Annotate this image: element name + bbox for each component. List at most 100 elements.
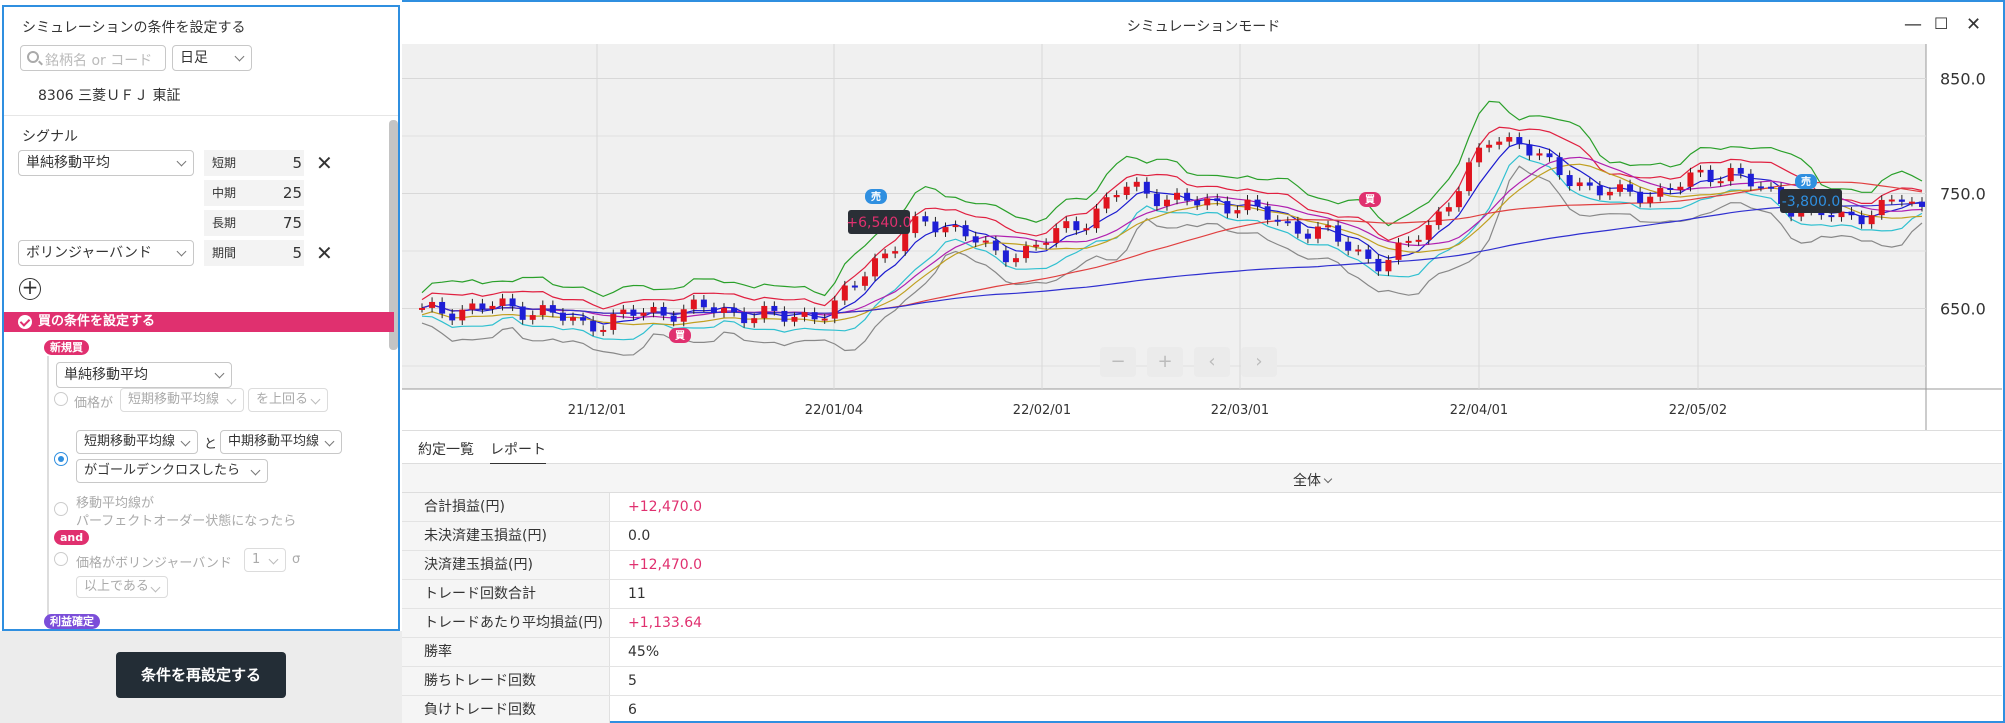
candle-body: [992, 240, 999, 251]
row-value: 45%: [628, 644, 660, 660]
candle-body: [1687, 172, 1694, 187]
buy-condition-label: 買の条件を設定する: [38, 314, 156, 329]
candle-body: [519, 306, 526, 320]
candle-body: [1123, 186, 1130, 195]
option1-line-select[interactable]: 短期移動平均線: [120, 388, 244, 412]
candle-body: [751, 318, 758, 324]
remove-indicator1-icon[interactable]: ✕: [316, 153, 333, 173]
and-badge: and: [54, 530, 90, 545]
option2-event-select[interactable]: がゴールデンクロスしたら: [76, 459, 268, 483]
condition-tree-line: [47, 356, 49, 626]
candle-body: [892, 251, 899, 254]
candle-body: [1747, 173, 1754, 187]
param-value-long[interactable]: 75: [262, 214, 302, 232]
indicator1-select[interactable]: 単純移動平均: [18, 150, 194, 176]
table-row: 未決済建玉損益(円) 0.0: [402, 522, 2002, 551]
candle-body: [700, 299, 707, 308]
conditions-scroll-area[interactable]: シグナル 単純移動平均 短期 5 ✕ 中期 25 長期 75 ボリンジャーバンド…: [4, 115, 398, 629]
candle-body: [1153, 193, 1160, 207]
candle-body: [1516, 137, 1523, 145]
signal-heading: シグナル: [22, 129, 78, 145]
tab-report[interactable]: レポート: [490, 439, 546, 465]
candle-body: [1506, 137, 1513, 142]
candle-body: [1335, 225, 1342, 242]
candle-body: [841, 285, 848, 301]
option1-compare-select[interactable]: を上回る: [248, 388, 328, 412]
candle-body: [1919, 201, 1925, 207]
candle-body: [1496, 141, 1503, 145]
chevron-down-icon: [1323, 474, 1333, 484]
candle-body: [1063, 221, 1070, 229]
option4-sigma-select[interactable]: 1: [244, 548, 286, 572]
param-value-period[interactable]: 5: [262, 244, 302, 262]
candle-body: [1355, 249, 1362, 252]
candle-body: [1365, 249, 1372, 259]
indicator2-select[interactable]: ボリンジャーバンド: [18, 240, 194, 266]
candle-body: [1415, 239, 1422, 242]
price-chart[interactable]: 買売 買売+6,540.0-3,800.0 850.0750.0650.021/1…: [402, 44, 2002, 430]
row-value: +1,133.64: [628, 615, 703, 631]
option4-radio[interactable]: [54, 552, 68, 566]
row-key: 未決済建玉損益(円): [402, 522, 610, 550]
param-value-mid[interactable]: 25: [262, 184, 302, 202]
option4-compare-select[interactable]: 以上である: [76, 576, 168, 598]
reset-conditions-button[interactable]: 条件を再設定する: [116, 652, 286, 698]
candle-body: [1647, 196, 1654, 203]
table-row: 合計損益(円) +12,470.0: [402, 493, 2002, 522]
candle-body: [952, 225, 959, 228]
candle-body: [972, 236, 979, 243]
candle-body: [630, 309, 637, 316]
candle-body: [962, 225, 969, 237]
tab-executions[interactable]: 約定一覧: [418, 439, 474, 459]
buy-condition-header[interactable]: 買の条件を設定する: [4, 312, 394, 332]
row-key: 勝率: [402, 638, 610, 666]
candle-body: [559, 312, 566, 321]
chevron-down-icon: [234, 51, 245, 62]
option2-conjunction: と: [204, 437, 218, 452]
row-value: 11: [628, 586, 646, 602]
candle-body: [731, 307, 738, 312]
candle-body: [1556, 157, 1563, 176]
indicator1-name: 単純移動平均: [26, 155, 110, 171]
remove-indicator2-icon[interactable]: ✕: [316, 243, 333, 263]
report-scope-select[interactable]: 全体: [1293, 470, 1333, 490]
condition-indicator-select[interactable]: 単純移動平均: [56, 362, 232, 388]
interval-select[interactable]: 日足: [172, 45, 252, 71]
candle-body: [1012, 258, 1019, 263]
candle-body: [670, 315, 677, 322]
candle-body: [1284, 221, 1291, 224]
report-scope-value: 全体: [1293, 473, 1321, 489]
maximize-icon[interactable]: ☐: [1934, 14, 1948, 33]
row-key: 勝ちトレード回数: [402, 667, 610, 695]
chevron-down-icon: [176, 156, 187, 167]
candle-body: [1435, 211, 1442, 226]
candle-body: [1093, 208, 1100, 229]
param-value-short[interactable]: 5: [262, 154, 302, 172]
candle-body: [1888, 199, 1895, 202]
indicator2-name: ボリンジャーバンド: [26, 245, 152, 261]
option1-radio[interactable]: [54, 392, 68, 406]
candle-body: [721, 307, 728, 313]
search-placeholder: 銘柄名 or コード: [45, 53, 153, 69]
option3-radio[interactable]: [54, 502, 68, 516]
option2-radio[interactable]: [54, 452, 68, 466]
candle-body: [1375, 258, 1382, 272]
chevron-down-icon: [150, 582, 161, 593]
check-icon: [18, 315, 32, 329]
candle-body: [660, 306, 667, 316]
candle-body: [1274, 219, 1281, 222]
option2-line1-select[interactable]: 短期移動平均線: [76, 430, 198, 454]
candle-body: [580, 317, 587, 321]
add-indicator-icon[interactable]: +: [19, 277, 41, 300]
option4-sigma-value: 1: [252, 552, 261, 567]
candle-body: [1325, 225, 1332, 228]
close-icon[interactable]: ✕: [1966, 14, 1981, 35]
candle-body: [741, 311, 748, 324]
minimize-icon[interactable]: —: [1904, 14, 1922, 35]
option2-line2-select[interactable]: 中期移動平均線: [220, 430, 342, 454]
trade-result-2-text: -3,800.0: [1782, 194, 1841, 210]
stock-search-input[interactable]: 銘柄名 or コード: [20, 45, 166, 71]
candle-body: [1254, 199, 1261, 207]
candle-body: [1697, 169, 1704, 173]
candle-body: [1103, 197, 1110, 209]
